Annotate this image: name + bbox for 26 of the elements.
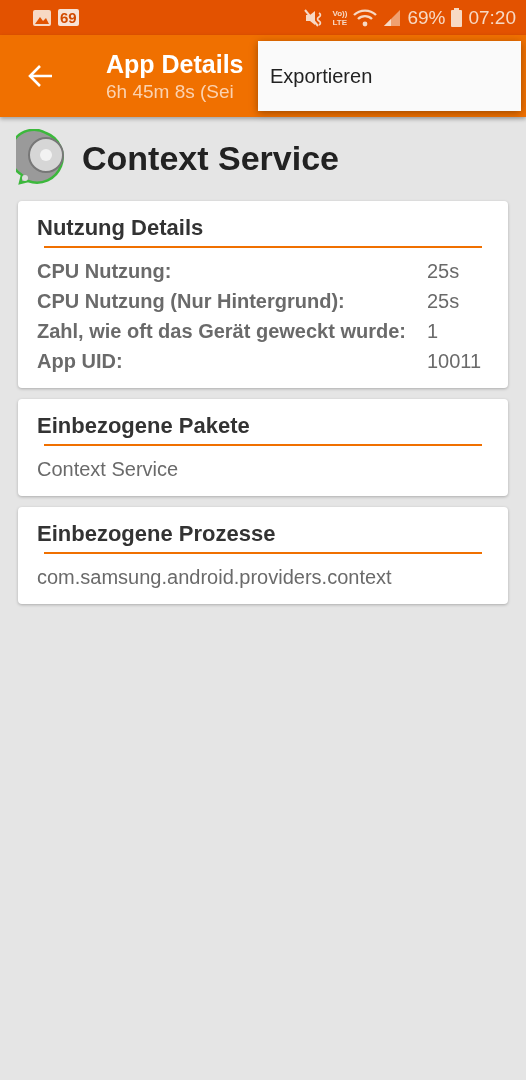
card-title: Nutzung Details <box>37 215 205 241</box>
clock: 07:20 <box>468 6 516 29</box>
detail-label: App UID: <box>37 349 124 374</box>
signal-icon <box>383 8 402 27</box>
toolbar-title: App Details <box>106 49 244 79</box>
card-title: Einbezogene Prozesse <box>37 521 277 547</box>
app-name: Context Service <box>82 138 339 178</box>
detail-value: 25s <box>427 289 460 314</box>
back-arrow-icon[interactable] <box>28 64 54 88</box>
battery-percent: 69% <box>407 6 446 29</box>
detail-value: 1 <box>427 319 439 344</box>
notification-badge: 69 <box>58 9 79 26</box>
detail-label: Zahl, wie oft das Gerät geweckt wurde: <box>37 319 407 344</box>
battery-icon <box>451 8 463 27</box>
detail-label: CPU Nutzung (Nur Hintergrund): <box>37 289 346 314</box>
card-title: Einbezogene Pakete <box>37 413 251 439</box>
card-text: Context Service <box>37 457 180 482</box>
card-text: com.samsung.android.providers.context <box>37 565 393 590</box>
gallery-icon <box>32 8 52 27</box>
toolbar-subtitle: 6h 45m 8s (Sei <box>106 80 235 103</box>
detail-value: 25s <box>427 259 460 284</box>
detail-label: CPU Nutzung: <box>37 259 173 284</box>
detail-value: 10011 <box>427 349 482 374</box>
volte-indicator: Vo)) LTE <box>332 8 348 27</box>
menu-item[interactable]: Exportieren <box>258 64 521 88</box>
wifi-icon <box>353 8 378 27</box>
